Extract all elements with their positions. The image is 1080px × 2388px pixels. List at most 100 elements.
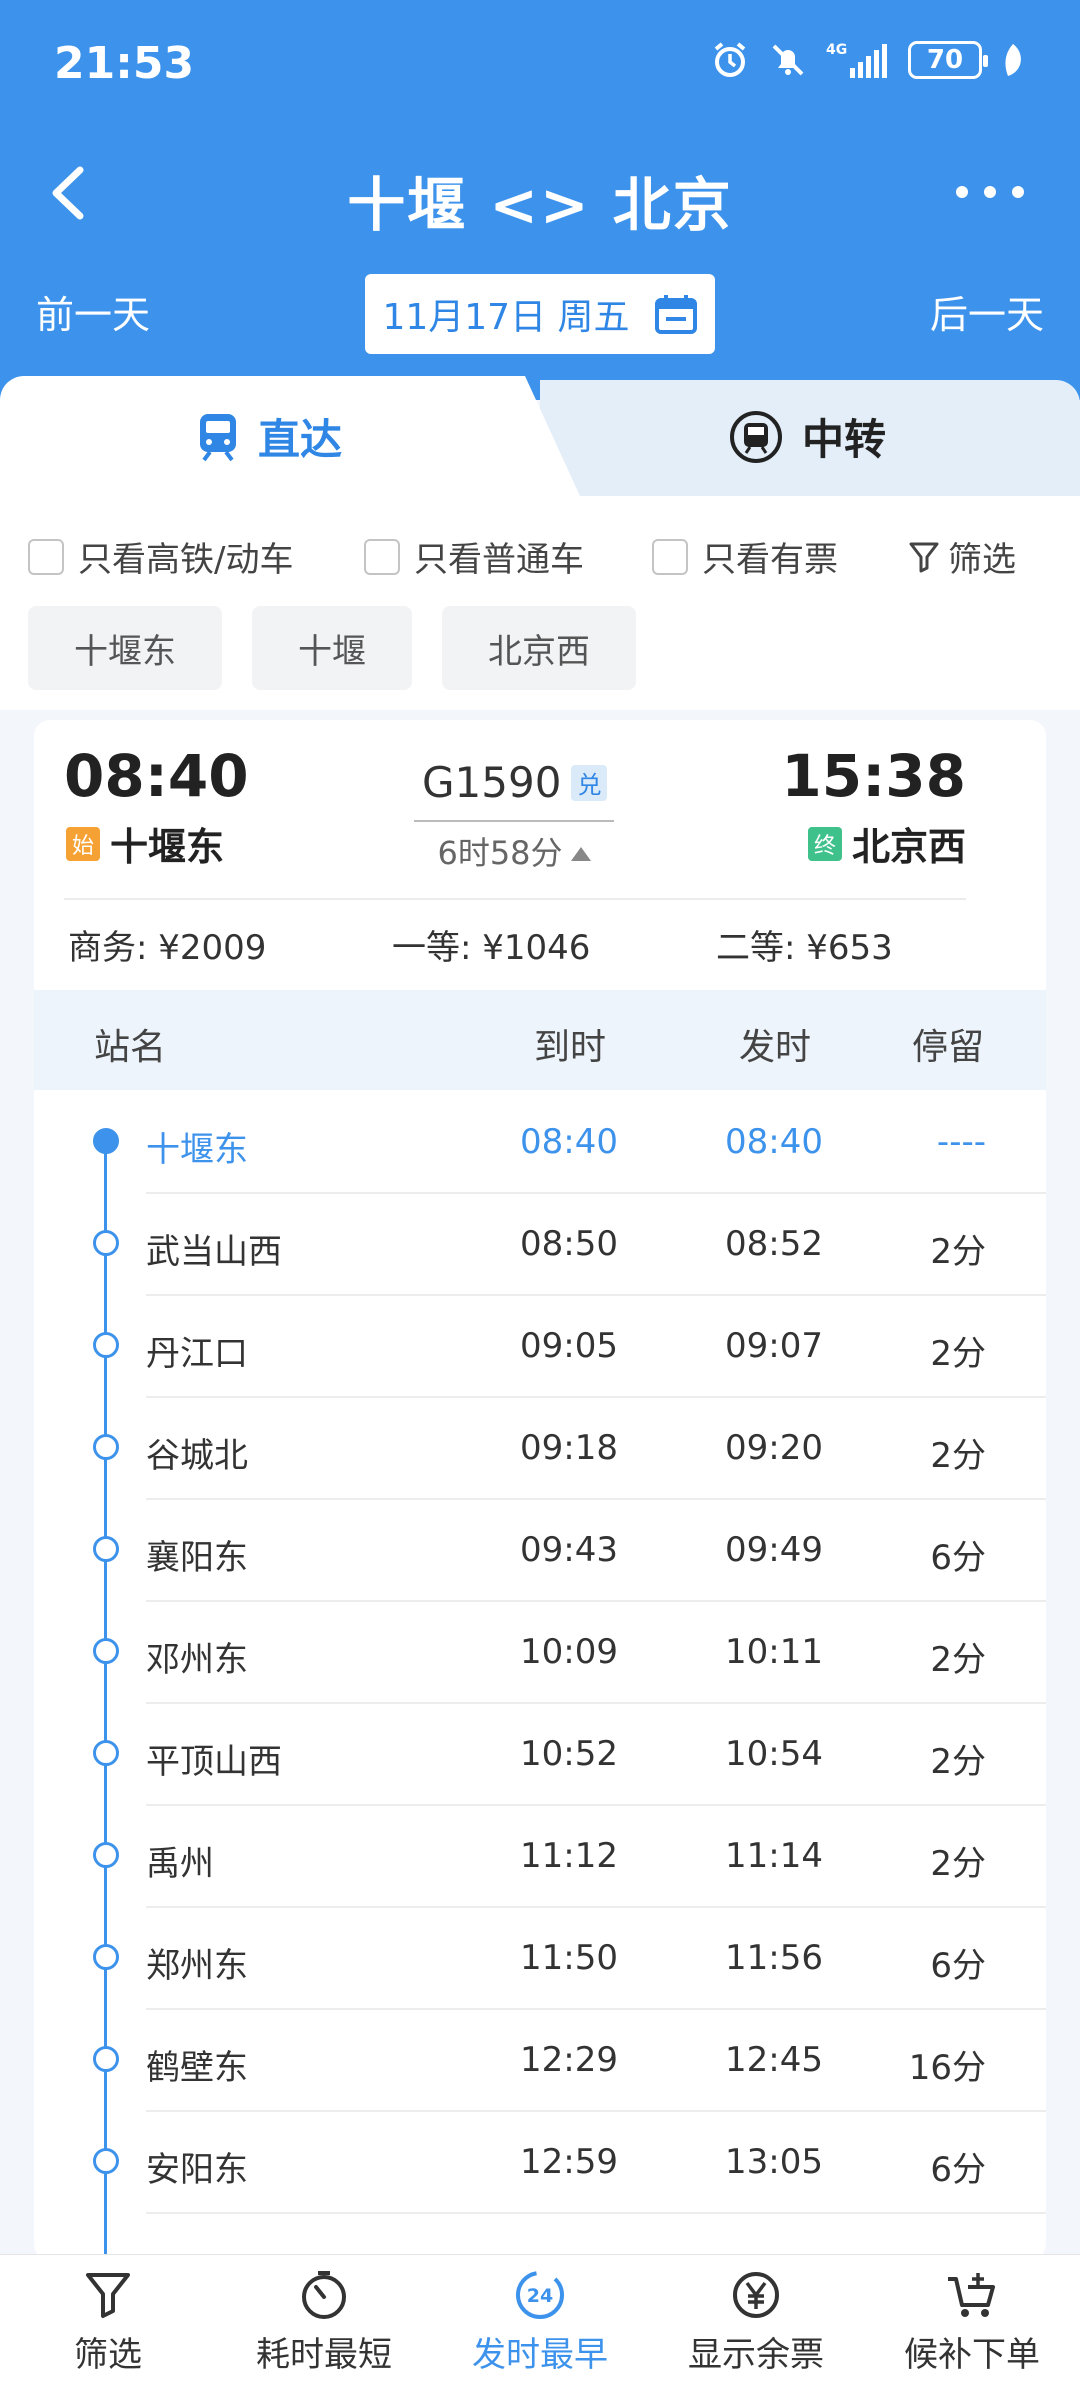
page-title: 十堰 <> 北京 [347,171,733,239]
stop-dot-current [93,1128,119,1154]
stop-arrive: 10:52 [520,1734,618,1774]
station-chip[interactable]: 北京西 [442,606,636,690]
stop-arrive: 09:18 [520,1428,618,1468]
stop-row: 鹤壁东 12:29 12:45 16分 [34,2010,1046,2112]
yen-circle-icon [733,2272,779,2318]
end-tag: 终 [807,826,842,861]
header-stay: 停留 [912,1027,985,1068]
stop-row: 襄阳东 09:43 09:49 6分 [34,1500,1046,1602]
price-business: 商务: ¥2009 [68,928,267,968]
stop-arrive: 10:09 [520,1632,618,1672]
sort-shortest-button[interactable]: 耗时最短 [216,2269,432,2376]
stop-dot [93,2148,119,2174]
stopwatch-icon [302,2271,346,2319]
high-speed-only-checkbox[interactable]: 只看高铁/动车 [28,532,293,581]
high-speed-only-label: 只看高铁/动车 [78,540,294,580]
stop-name: 平顶山西 [146,1742,282,1782]
stop-name: 鹤壁东 [146,2048,248,2088]
calendar-icon [654,295,697,334]
date-selector: 前一天 11月17日 周五 后一天 [0,270,1080,354]
leaf-icon [1005,44,1021,76]
battery-level: 70 [926,45,964,75]
stop-arrive: 12:29 [520,2040,618,2080]
header-depart: 发时 [739,1027,812,1068]
departure-station: 始 十堰东 [66,816,224,871]
stop-stay: 6分 [930,1538,986,1578]
filter-button[interactable]: 筛选 [908,532,1016,581]
duration-toggle[interactable]: 6时58分 [414,820,614,874]
normal-train-only-checkbox[interactable]: 只看普通车 [364,532,584,581]
stop-name: 安阳东 [146,2150,248,2190]
stop-name: 郑州东 [146,1946,248,1986]
price-second-class: 二等: ¥653 [716,928,893,968]
waitlist-order-button[interactable]: 候补下单 [864,2269,1080,2376]
header-station-name: 站名 [94,1027,167,1068]
stop-dot [93,1638,119,1664]
stop-dot [93,1944,119,1970]
stop-dot [93,1536,119,1562]
stop-stay: 2分 [930,1436,986,1476]
arrival-time: 15:38 [781,742,966,810]
signal-icon: 4G [826,42,887,78]
stop-name: 武当山西 [146,1232,282,1272]
status-icons: 4G 70 [710,40,1026,80]
arrival-station: 终 北京西 [807,816,966,871]
stop-row: 十堰东 08:40 08:40 ---- [34,1092,1046,1194]
stop-depart: 09:20 [725,1428,823,1468]
stop-dot [93,1740,119,1766]
header-arrive: 到时 [534,1027,607,1068]
show-remaining-label: 显示余票 [688,2335,824,2375]
next-day-button[interactable]: 后一天 [930,284,1044,339]
stop-dot [93,1434,119,1460]
sort-earliest-label: 发时最早 [472,2335,608,2375]
stop-row: 安阳东 12:59 13:05 6分 [34,2112,1046,2214]
checkbox-box[interactable] [28,538,64,575]
tab-transfer[interactable]: 中转 [728,406,886,467]
station-chip[interactable]: 十堰东 [28,606,222,690]
prev-day-button[interactable]: 前一天 [36,284,150,339]
mute-bell-icon [772,44,804,76]
show-remaining-button[interactable]: 显示余票 [648,2269,864,2376]
exchange-badge: 兑 [571,764,608,801]
stop-stay: 16分 [908,2048,986,2088]
stop-dot [93,2046,119,2072]
checkbox-box[interactable] [652,538,688,575]
stop-depart: 09:07 [725,1326,823,1366]
transfer-train-icon [730,410,782,463]
bottom-filter-button[interactable]: 筛选 [0,2269,216,2376]
stop-depart: 11:14 [725,1836,823,1876]
stop-stay: 2分 [930,1742,986,1782]
stop-row: 禹州 11:12 11:14 2分 [34,1806,1046,1908]
clock-24-text: 24 [527,2285,553,2307]
stop-stay: 2分 [930,1844,986,1884]
available-only-checkbox[interactable]: 只看有票 [652,532,838,581]
tab-direct[interactable]: 直达 [196,406,342,467]
stop-table-header: 站名 到时 发时 停留 [34,990,1046,1090]
stop-name: 谷城北 [146,1436,248,1476]
status-time: 21:53 [54,38,195,89]
stop-row: 邓州东 10:09 10:11 2分 [34,1602,1046,1704]
stop-row: 谷城北 09:18 09:20 2分 [34,1398,1046,1500]
checkbox-box[interactable] [364,538,400,575]
available-only-label: 只看有票 [702,540,838,580]
cart-plus-icon [948,2273,995,2317]
stop-arrive: 08:40 [520,1122,618,1162]
svg-text:4G: 4G [826,42,847,58]
date-picker-button[interactable]: 11月17日 周五 [365,274,715,354]
station-chip[interactable]: 十堰 [252,606,412,690]
train-card: 08:40 始 十堰东 G1590 兑 6时58分 15:38 终 北京西 商务… [34,720,1046,2260]
train-number-text: G1590 [422,758,562,807]
sort-shortest-label: 耗时最短 [256,2335,392,2375]
bottom-filter-label: 筛选 [74,2335,142,2375]
sort-earliest-button[interactable]: 24 发时最早 [432,2269,648,2376]
header: 21:53 4G 70 十堰 <> 北京 前一天 11月17日 周五 后一天 [0,0,1080,400]
more-icon[interactable] [950,180,1030,204]
stop-stay: 6分 [930,2150,986,2190]
alarm-icon [714,42,746,77]
duration-text: 6时58分 [437,834,563,872]
stop-depart: 13:05 [725,2142,823,2182]
collapse-triangle-icon [570,847,591,861]
stop-dot [93,1332,119,1358]
stop-depart: 09:49 [725,1530,823,1570]
stop-depart: 08:52 [725,1224,823,1264]
